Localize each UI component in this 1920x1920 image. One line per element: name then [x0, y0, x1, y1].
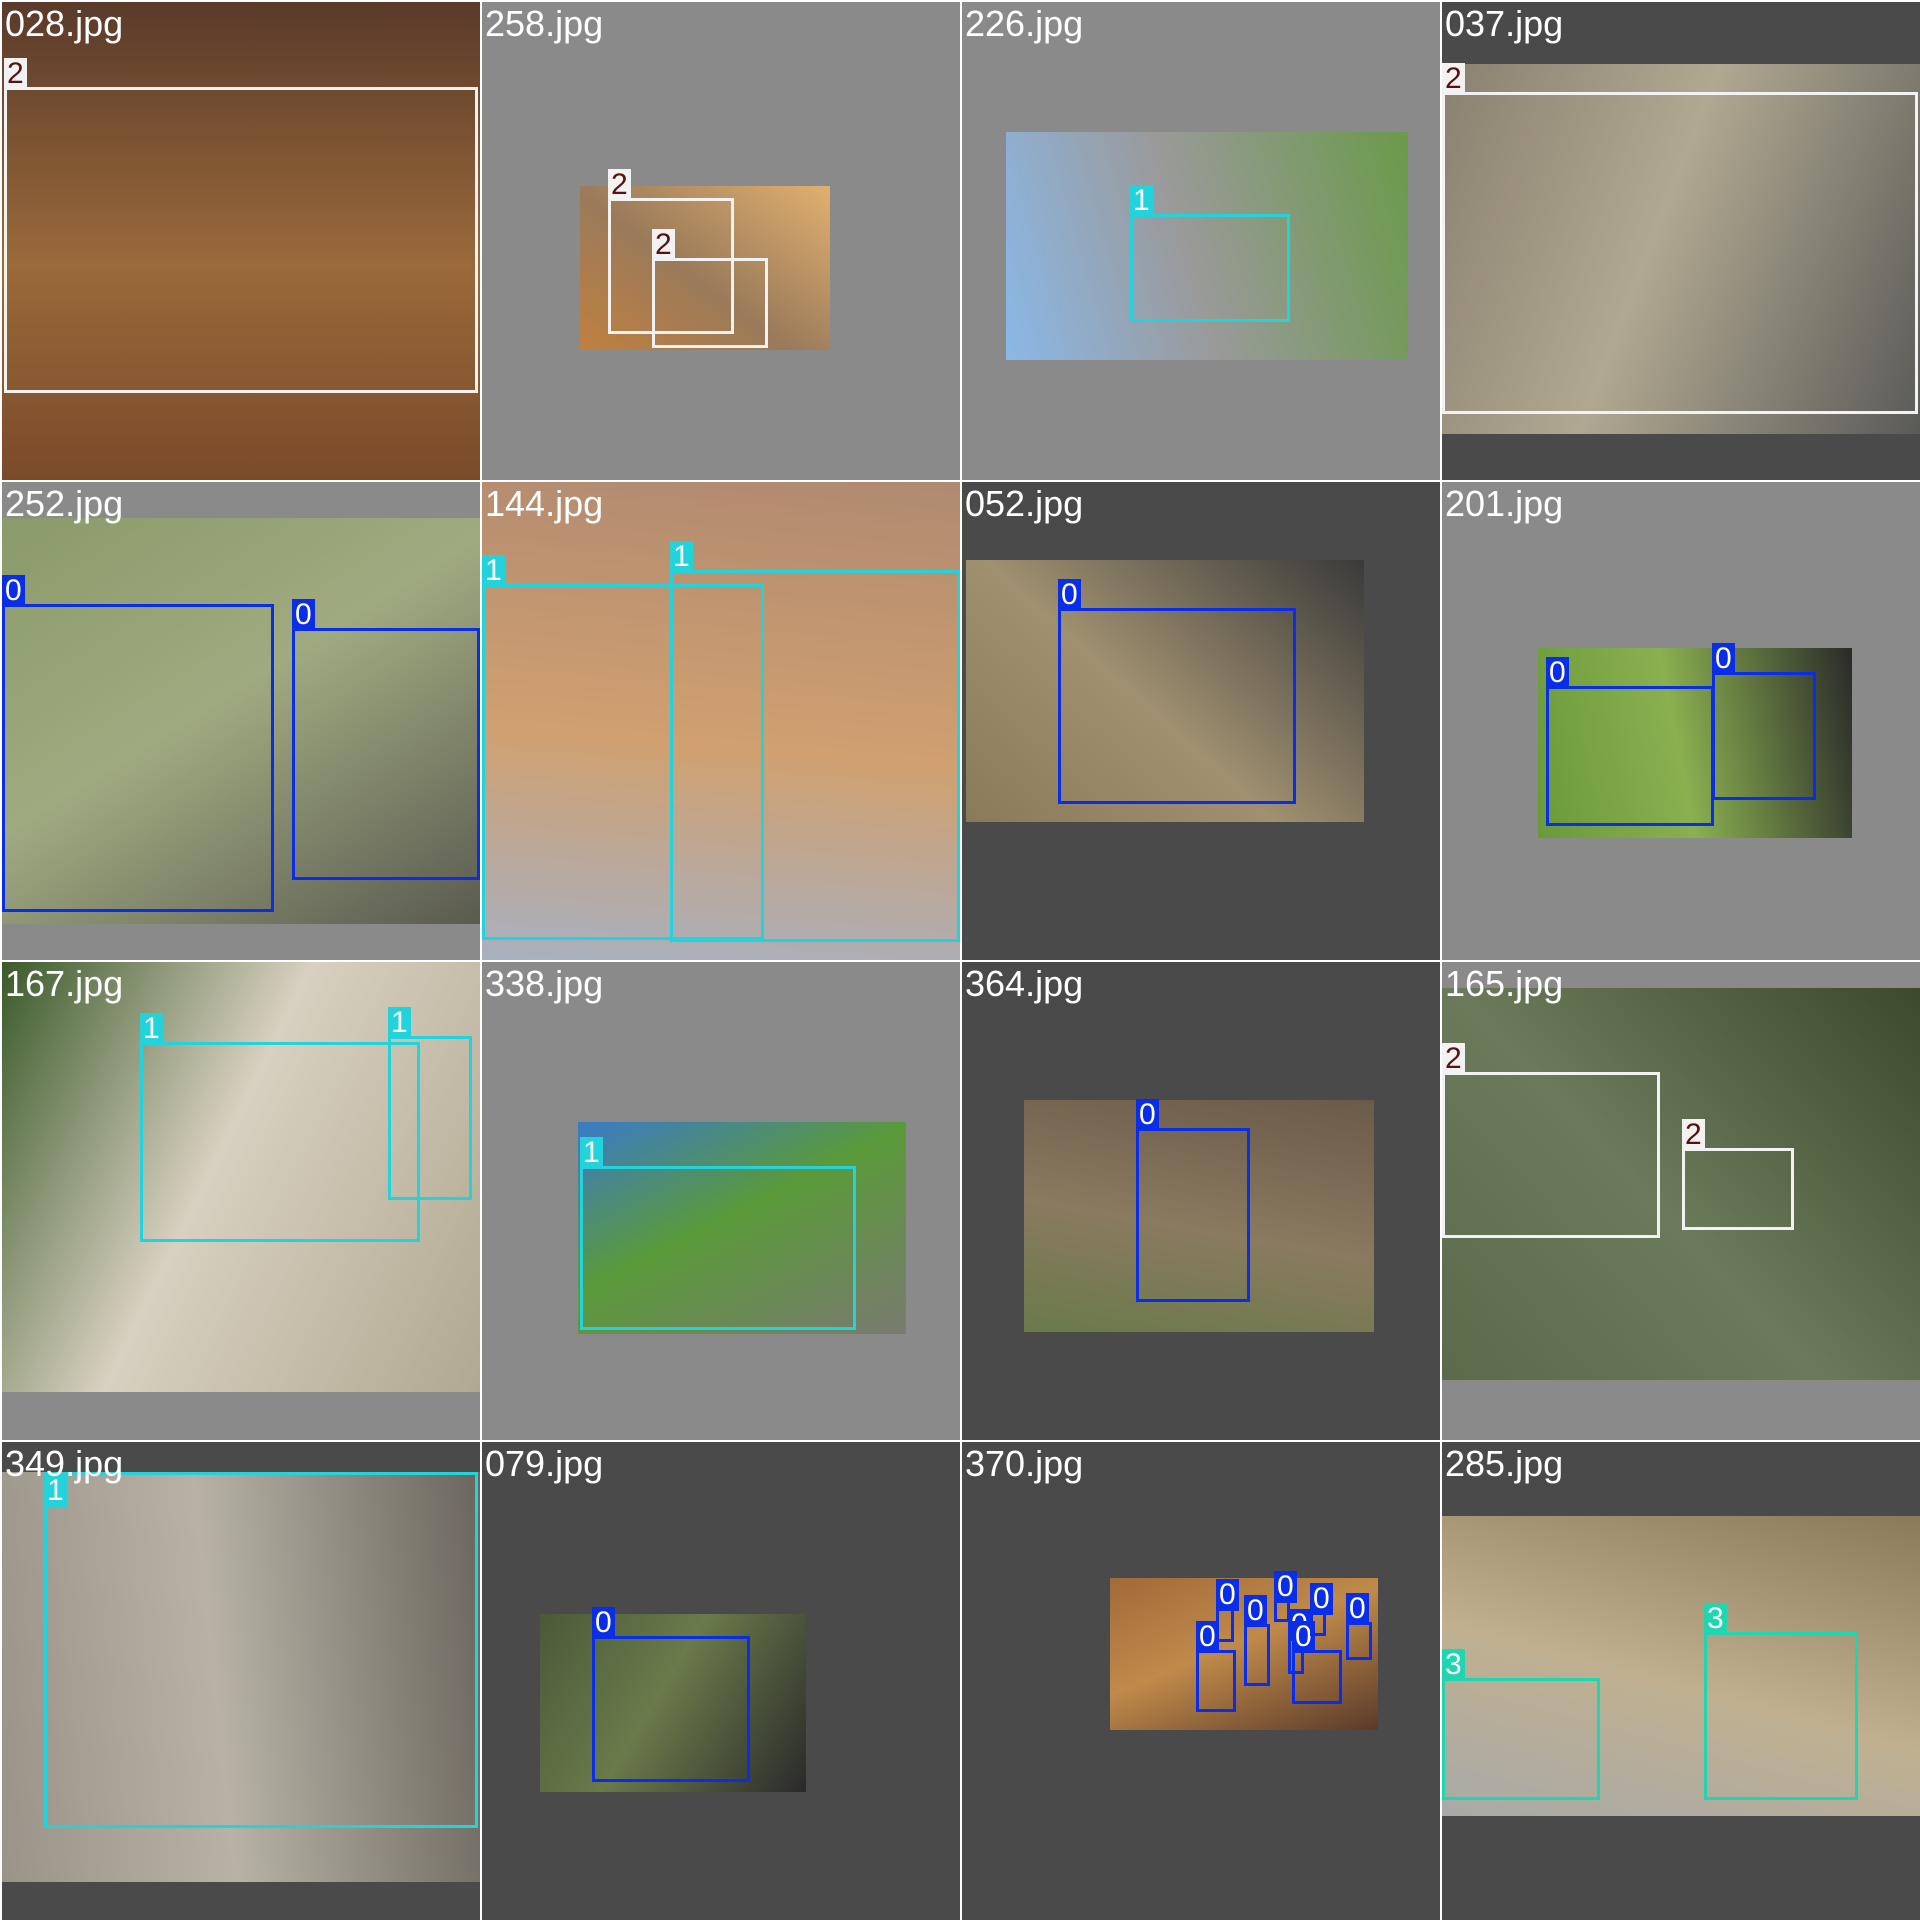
detection-box: 0: [1712, 643, 1816, 800]
detection-box: 1: [44, 1472, 478, 1828]
detection-box: 0: [592, 1607, 750, 1782]
detection-box: 3: [1704, 1603, 1858, 1800]
detection-class-label: 0: [1216, 1579, 1239, 1611]
detection-box: 1: [1130, 185, 1290, 322]
detection-class-label: 3: [1704, 1603, 1727, 1635]
detection-box: 0: [1546, 657, 1714, 826]
mosaic-tile: 1 338.jpg: [482, 962, 960, 1440]
detection-class-label: 0: [1244, 1595, 1267, 1627]
detection-box: 1: [670, 541, 960, 942]
tile-filename: 037.jpg: [1445, 3, 1564, 44]
detection-class-label: 2: [608, 169, 631, 201]
mosaic-tile: 3 3 285.jpg: [1442, 1442, 1920, 1920]
detection-box: 3: [1442, 1649, 1600, 1800]
mosaic-tile: 0 0 201.jpg: [1442, 482, 1920, 960]
mosaic-grid: 2 028.jpg 2 2 258.jpg 1 226.jpg 2 037.jpg 0 0 252.j…: [0, 0, 1920, 1920]
detection-box: 0: [2, 575, 274, 912]
mosaic-tile: 1 1 167.jpg: [2, 962, 480, 1440]
tile-filename: 052.jpg: [965, 483, 1084, 524]
detection-class-label: 1: [388, 1007, 411, 1039]
mosaic-tile: 2 037.jpg: [1442, 2, 1920, 480]
detection-class-label: 2: [1442, 1043, 1465, 1075]
tile-filename: 349.jpg: [5, 1443, 124, 1484]
tile-filename: 285.jpg: [1445, 1443, 1564, 1484]
detection-box: 0: [1196, 1621, 1236, 1712]
tile-filename: 144.jpg: [485, 483, 604, 524]
detection-class-label: 1: [1130, 185, 1153, 217]
detection-box: 0: [1310, 1583, 1333, 1636]
detection-box: 0: [1244, 1595, 1270, 1686]
detection-box: 2: [1442, 63, 1918, 414]
detection-class-label: 0: [1136, 1099, 1159, 1131]
detection-box: 0: [292, 599, 480, 880]
mosaic-tile: 2 2 258.jpg: [482, 2, 960, 480]
detection-class-label: 1: [580, 1137, 603, 1169]
detection-box: 2: [1682, 1119, 1794, 1230]
tile-filename: 258.jpg: [485, 3, 604, 44]
mosaic-tile: 1 349.jpg: [2, 1442, 480, 1920]
mosaic-tile: 0 364.jpg: [962, 962, 1440, 1440]
detection-box: 0: [1346, 1593, 1372, 1660]
detection-class-label: 2: [4, 58, 27, 90]
mosaic-tile: 1 1 144.jpg: [482, 482, 960, 960]
detection-class-label: 0: [2, 575, 25, 607]
detection-class-label: 0: [592, 1607, 615, 1639]
tile-filename: 252.jpg: [5, 483, 124, 524]
tile-filename: 028.jpg: [5, 3, 124, 44]
tile-filename: 165.jpg: [1445, 963, 1564, 1004]
detection-class-label: 1: [670, 541, 693, 573]
detection-box: 2: [4, 58, 478, 393]
detection-class-label: 0: [1274, 1571, 1297, 1603]
mosaic-tile: 00000000370.jpg: [962, 1442, 1440, 1920]
detection-box: 0: [1292, 1621, 1342, 1704]
detection-box: 0: [1058, 579, 1296, 804]
mosaic-tile: 2 2 165.jpg: [1442, 962, 1920, 1440]
detection-class-label: 0: [1058, 579, 1081, 611]
detection-box: 1: [388, 1007, 472, 1200]
mosaic-tile: 0 052.jpg: [962, 482, 1440, 960]
detection-box: 2: [652, 229, 768, 348]
tile-filename: 338.jpg: [485, 963, 604, 1004]
detection-class-label: 3: [1442, 1649, 1465, 1681]
detection-class-label: 0: [1346, 1593, 1369, 1625]
tile-filename: 079.jpg: [485, 1443, 604, 1484]
detection-class-label: 0: [1310, 1583, 1333, 1615]
detection-class-label: 0: [1196, 1621, 1219, 1653]
tile-filename: 364.jpg: [965, 963, 1084, 1004]
mosaic-tile: 0 079.jpg: [482, 1442, 960, 1920]
detection-box: 1: [580, 1137, 856, 1330]
detection-class-label: 2: [1442, 63, 1465, 95]
mosaic-tile: 0 0 252.jpg: [2, 482, 480, 960]
detection-class-label: 1: [140, 1013, 163, 1045]
detection-class-label: 0: [1546, 657, 1569, 689]
tile-filename: 201.jpg: [1445, 483, 1564, 524]
tile-filename: 167.jpg: [5, 963, 124, 1004]
detection-class-label: 0: [292, 599, 315, 631]
tile-filename: 370.jpg: [965, 1443, 1084, 1484]
detection-class-label: 1: [482, 555, 505, 587]
mosaic-tile: 2 028.jpg: [2, 2, 480, 480]
detection-box: 1: [140, 1013, 420, 1242]
detection-box: 0: [1136, 1099, 1250, 1302]
mosaic-tile: 1 226.jpg: [962, 2, 1440, 480]
detection-class-label: 0: [1712, 643, 1735, 675]
detection-box: 0: [1216, 1579, 1239, 1642]
detection-class-label: 2: [652, 229, 675, 261]
tile-filename: 226.jpg: [965, 3, 1084, 44]
detection-class-label: 2: [1682, 1119, 1705, 1151]
detection-box: 2: [1442, 1043, 1660, 1238]
